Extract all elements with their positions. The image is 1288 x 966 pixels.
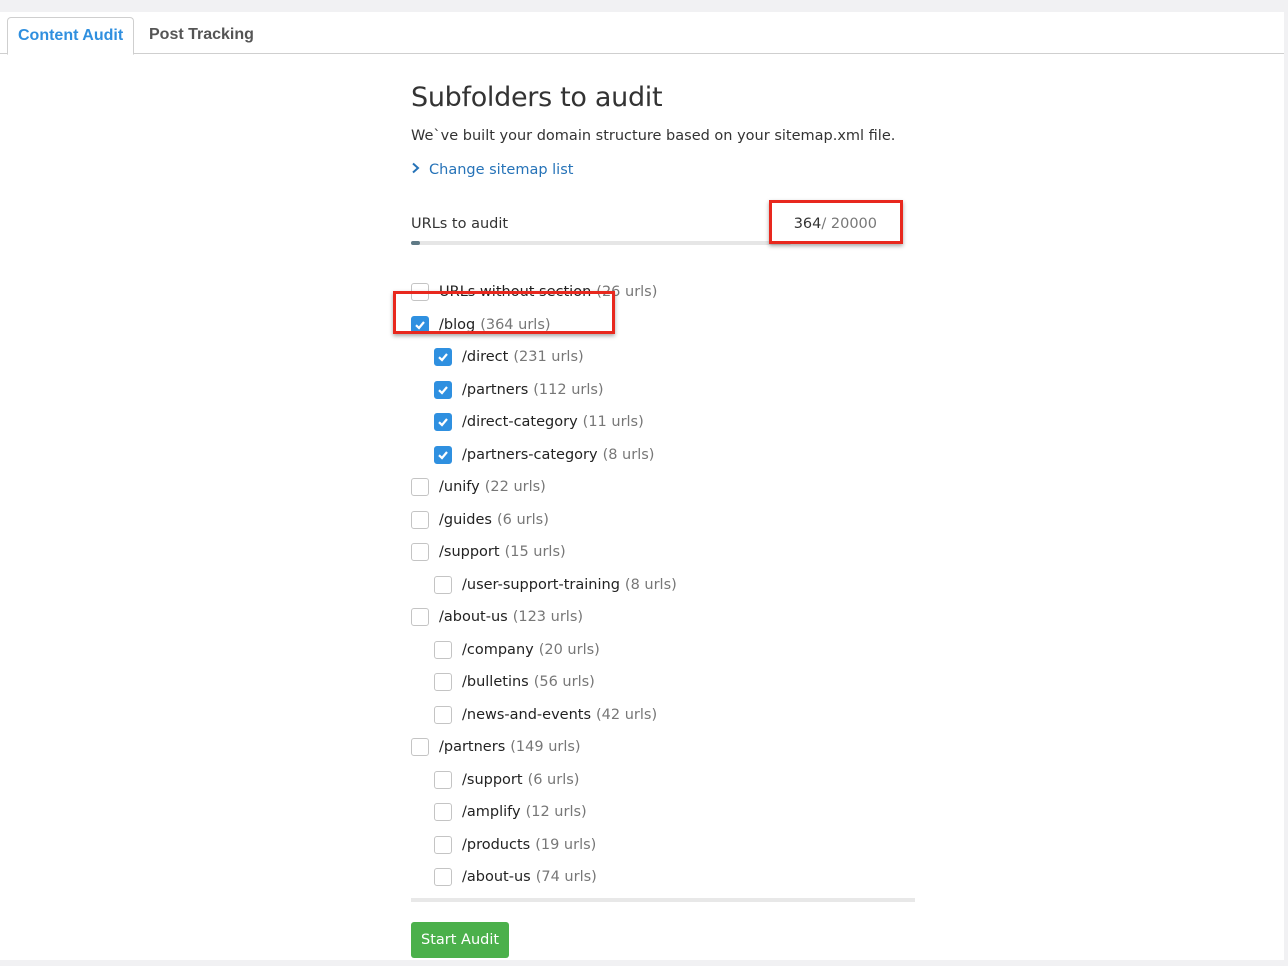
folder-url-count: (112 urls) bbox=[533, 381, 604, 398]
folder-item[interactable]: /support (15 urls) bbox=[411, 536, 915, 569]
checkbox-unchecked[interactable] bbox=[434, 803, 452, 822]
chevron-right-icon bbox=[411, 162, 429, 178]
folder-item[interactable]: /direct-category (11 urls) bbox=[411, 406, 915, 439]
folder-name: /support bbox=[462, 771, 523, 788]
checkmark-icon bbox=[415, 321, 425, 330]
tab-content-audit[interactable]: Content Audit bbox=[7, 17, 135, 55]
folder-item[interactable]: /about-us (74 urls) bbox=[411, 861, 915, 894]
folder-name: /company bbox=[462, 641, 534, 658]
folder-name: /support bbox=[439, 544, 500, 561]
folder-name: /user-support-training bbox=[462, 576, 620, 593]
checkbox-checked[interactable] bbox=[434, 445, 452, 464]
folder-name: /about-us bbox=[462, 869, 531, 886]
folder-name: /partners-category bbox=[462, 446, 598, 463]
folder-url-count: (123 urls) bbox=[512, 609, 584, 626]
page-title: Subfolders to audit bbox=[411, 82, 663, 113]
checkbox-checked[interactable] bbox=[434, 348, 452, 367]
checkbox-checked[interactable] bbox=[411, 315, 429, 334]
checkmark-icon bbox=[438, 418, 448, 427]
folder-url-count: (19 urls) bbox=[535, 836, 597, 853]
folder-url-count: (6 urls) bbox=[527, 771, 580, 788]
change-sitemap-link[interactable]: Change sitemap list bbox=[411, 162, 573, 178]
checkbox-checked[interactable] bbox=[434, 413, 452, 432]
checkbox-unchecked[interactable] bbox=[434, 640, 452, 659]
folder-item[interactable]: /products (19 urls) bbox=[411, 829, 915, 862]
checkbox-unchecked[interactable] bbox=[411, 608, 429, 627]
folder-url-count: (20 urls) bbox=[538, 641, 600, 658]
folder-name: /partners bbox=[462, 381, 529, 398]
checkbox-checked[interactable] bbox=[434, 380, 452, 399]
checkbox-unchecked[interactable] bbox=[411, 283, 429, 302]
checkbox-unchecked[interactable] bbox=[434, 673, 452, 692]
folder-item[interactable]: /amplify (12 urls) bbox=[411, 796, 915, 829]
urls-selected-count: 364 bbox=[793, 216, 822, 232]
folder-url-count: (364 urls) bbox=[480, 316, 551, 333]
folder-item[interactable]: URLs without section (26 urls) bbox=[411, 276, 915, 309]
checkbox-unchecked[interactable] bbox=[411, 738, 429, 757]
folder-url-count: (15 urls) bbox=[504, 544, 566, 561]
folder-item[interactable]: /unify (22 urls) bbox=[411, 471, 915, 504]
folder-name: /news-and-events bbox=[462, 706, 592, 723]
folder-url-count: (8 urls) bbox=[602, 446, 655, 463]
checkbox-unchecked[interactable] bbox=[434, 705, 452, 724]
tab-post-tracking[interactable]: Post Tracking bbox=[139, 17, 264, 54]
urls-progress-fill bbox=[411, 241, 420, 245]
folder-name: /about-us bbox=[439, 609, 508, 626]
folder-item[interactable]: /direct (231 urls) bbox=[411, 341, 915, 374]
folder-item[interactable]: /about-us (123 urls) bbox=[411, 601, 915, 634]
change-sitemap-label: Change sitemap list bbox=[429, 162, 574, 178]
folder-url-count: (26 urls) bbox=[596, 284, 658, 301]
folder-item[interactable]: /support (6 urls) bbox=[411, 764, 915, 797]
list-scroll-fade bbox=[411, 898, 915, 902]
folder-name: /unify bbox=[439, 479, 480, 496]
folder-item[interactable]: /news-and-events (42 urls) bbox=[411, 699, 915, 732]
checkbox-unchecked[interactable] bbox=[411, 510, 429, 529]
checkbox-unchecked[interactable] bbox=[434, 835, 452, 854]
folder-name: /blog bbox=[439, 316, 476, 333]
folder-name: /direct bbox=[462, 349, 509, 366]
folder-name: URLs without section bbox=[439, 284, 592, 301]
folder-name: /amplify bbox=[462, 804, 521, 821]
content-audit-panel: Content Audit Post Tracking Subfolders t… bbox=[0, 12, 1284, 960]
folder-name: /direct-category bbox=[462, 414, 578, 431]
checkmark-icon bbox=[438, 353, 448, 362]
folder-name: /bulletins bbox=[462, 674, 529, 691]
folder-url-count: (231 urls) bbox=[513, 349, 584, 366]
folder-item[interactable]: /user-support-training (8 urls) bbox=[411, 569, 915, 602]
checkbox-unchecked[interactable] bbox=[411, 478, 429, 497]
folder-url-count: (6 urls) bbox=[497, 511, 549, 528]
folder-url-count: (56 urls) bbox=[533, 674, 595, 691]
folder-url-count: (74 urls) bbox=[535, 869, 597, 886]
folder-item[interactable]: /bulletins (56 urls) bbox=[411, 666, 915, 699]
folder-url-count: (149 urls) bbox=[510, 739, 581, 756]
folder-url-count: (11 urls) bbox=[582, 414, 644, 431]
folder-item[interactable]: /partners (112 urls) bbox=[411, 374, 915, 407]
urls-limit: / 20000 bbox=[821, 216, 877, 232]
checkbox-unchecked[interactable] bbox=[411, 543, 429, 562]
folder-name: /partners bbox=[439, 739, 506, 756]
checkmark-icon bbox=[438, 386, 448, 395]
page-subtitle: We`ve built your domain structure based … bbox=[411, 128, 896, 144]
checkbox-unchecked[interactable] bbox=[434, 575, 452, 594]
subfolder-list[interactable]: URLs without section (26 urls)/blog (364 u… bbox=[411, 276, 915, 902]
folder-url-count: (8 urls) bbox=[624, 576, 677, 593]
folder-item[interactable]: /guides (6 urls) bbox=[411, 504, 915, 537]
folder-item[interactable]: /blog (364 urls) bbox=[411, 309, 915, 342]
checkbox-unchecked[interactable] bbox=[434, 868, 452, 887]
folder-name: /products bbox=[462, 836, 531, 853]
folder-url-count: (12 urls) bbox=[525, 804, 587, 821]
checkbox-unchecked[interactable] bbox=[434, 770, 452, 789]
folder-item[interactable]: /partners-category (8 urls) bbox=[411, 439, 915, 472]
urls-count: 364/ 20000 bbox=[794, 216, 877, 232]
folder-item[interactable]: /company (20 urls) bbox=[411, 634, 915, 667]
urls-to-audit-label: URLs to audit bbox=[411, 216, 509, 232]
tab-bar: Content Audit Post Tracking bbox=[0, 12, 1284, 55]
folder-item[interactable]: /partners (149 urls) bbox=[411, 731, 915, 764]
folder-url-count: (22 urls) bbox=[484, 479, 546, 496]
folder-name: /guides bbox=[439, 511, 492, 528]
checkmark-icon bbox=[438, 451, 448, 460]
folder-url-count: (42 urls) bbox=[596, 706, 658, 723]
start-audit-button[interactable]: Start Audit bbox=[411, 922, 510, 958]
urls-progress-bar bbox=[411, 241, 791, 245]
